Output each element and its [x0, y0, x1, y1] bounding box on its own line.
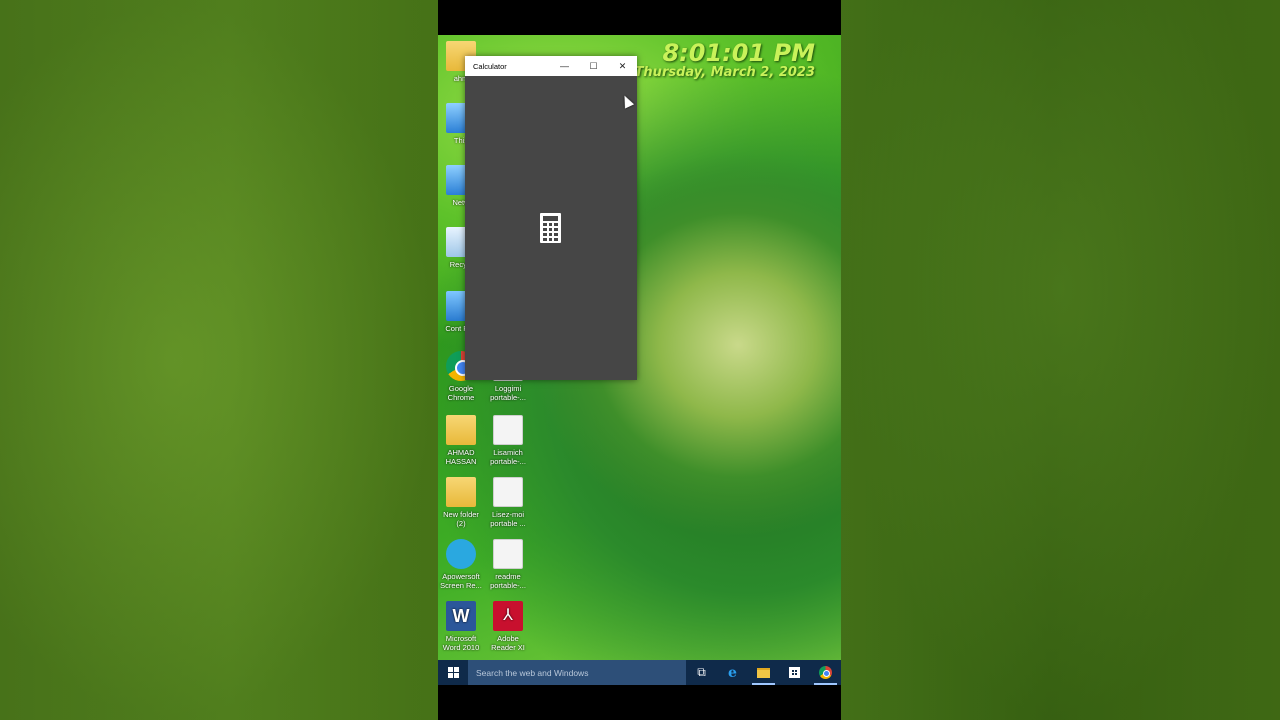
- minimize-button[interactable]: —: [550, 56, 579, 76]
- desktop: 8:01:01 PM Thursday, March 2, 2023 ahm T…: [438, 35, 841, 660]
- word-icon: W: [446, 601, 476, 631]
- screen-recorder-icon: [446, 539, 476, 569]
- desktop-icon-label: Lisez-moi portable ...: [490, 510, 526, 528]
- desktop-clock-time: 8:01:01 PM: [662, 39, 815, 67]
- desktop-icon-apowersoft[interactable]: Apowersoft Screen Re...: [438, 539, 484, 590]
- chrome-taskbar-button[interactable]: [810, 660, 841, 685]
- desktop-icon-label: Google Chrome: [447, 384, 475, 402]
- desktop-icon-label: New folder (2): [443, 510, 479, 528]
- task-view-icon: ⧉: [697, 665, 706, 679]
- calculator-window[interactable]: Calculator — ☐ ✕: [465, 56, 637, 380]
- desktop-icon-ahmad-hassan[interactable]: AHMAD HASSAN: [438, 415, 484, 466]
- desktop-icon-label: Microsoft Word 2010: [442, 634, 480, 652]
- start-button[interactable]: [438, 660, 468, 685]
- desktop-icon-label: AHMAD HASSAN: [445, 448, 477, 466]
- desktop-icon-lisez-moi[interactable]: Lisez-moi portable ...: [485, 477, 531, 528]
- folder-icon: [446, 415, 476, 445]
- desktop-icon-lisamich[interactable]: Lisamich portable-...: [485, 415, 531, 466]
- desktop-icon-label: readme portable-...: [490, 572, 526, 590]
- edge-icon: e: [728, 664, 737, 681]
- desktop-icon-label: Apowersoft Screen Re...: [440, 572, 482, 590]
- task-view-button[interactable]: ⧉: [686, 660, 717, 685]
- window-title: Calculator: [473, 61, 507, 71]
- taskbar: Search the web and Windows ⧉ e: [438, 660, 841, 685]
- pdf-icon: ⅄: [493, 601, 523, 631]
- background-blur-right: [841, 0, 1280, 720]
- background-blur-left: [0, 0, 438, 720]
- chrome-icon: [819, 666, 832, 679]
- desktop-clock-date: Thursday, March 2, 2023: [634, 65, 815, 80]
- document-icon: [493, 415, 523, 445]
- taskbar-search-box[interactable]: Search the web and Windows: [468, 660, 686, 685]
- desktop-icon-label: Loggimi portable-...: [490, 384, 526, 402]
- maximize-button[interactable]: ☐: [579, 56, 608, 76]
- desktop-icon-word[interactable]: W Microsoft Word 2010: [438, 601, 484, 652]
- desktop-icon-adobe-reader[interactable]: ⅄ Adobe Reader XI: [485, 601, 531, 652]
- calculator-titlebar[interactable]: Calculator — ☐ ✕: [465, 56, 637, 76]
- close-button[interactable]: ✕: [608, 56, 637, 76]
- desktop-icon-label: Adobe Reader XI: [491, 634, 525, 652]
- calculator-splash-icon: [540, 213, 561, 243]
- document-icon: [493, 539, 523, 569]
- folder-icon: [757, 667, 770, 678]
- desktop-icon-readme[interactable]: readme portable-...: [485, 539, 531, 590]
- desktop-icon-label: Lisamich portable-...: [490, 448, 526, 466]
- file-explorer-taskbar-button[interactable]: [748, 660, 779, 685]
- edge-taskbar-button[interactable]: e: [717, 660, 748, 685]
- screen-recording-frame: 8:01:01 PM Thursday, March 2, 2023 ahm T…: [438, 0, 841, 720]
- store-taskbar-button[interactable]: [779, 660, 810, 685]
- folder-icon: [446, 477, 476, 507]
- windows-logo-icon: [447, 667, 459, 678]
- document-icon: [493, 477, 523, 507]
- desktop-icon-new-folder-2[interactable]: New folder (2): [438, 477, 484, 528]
- store-icon: [789, 667, 800, 678]
